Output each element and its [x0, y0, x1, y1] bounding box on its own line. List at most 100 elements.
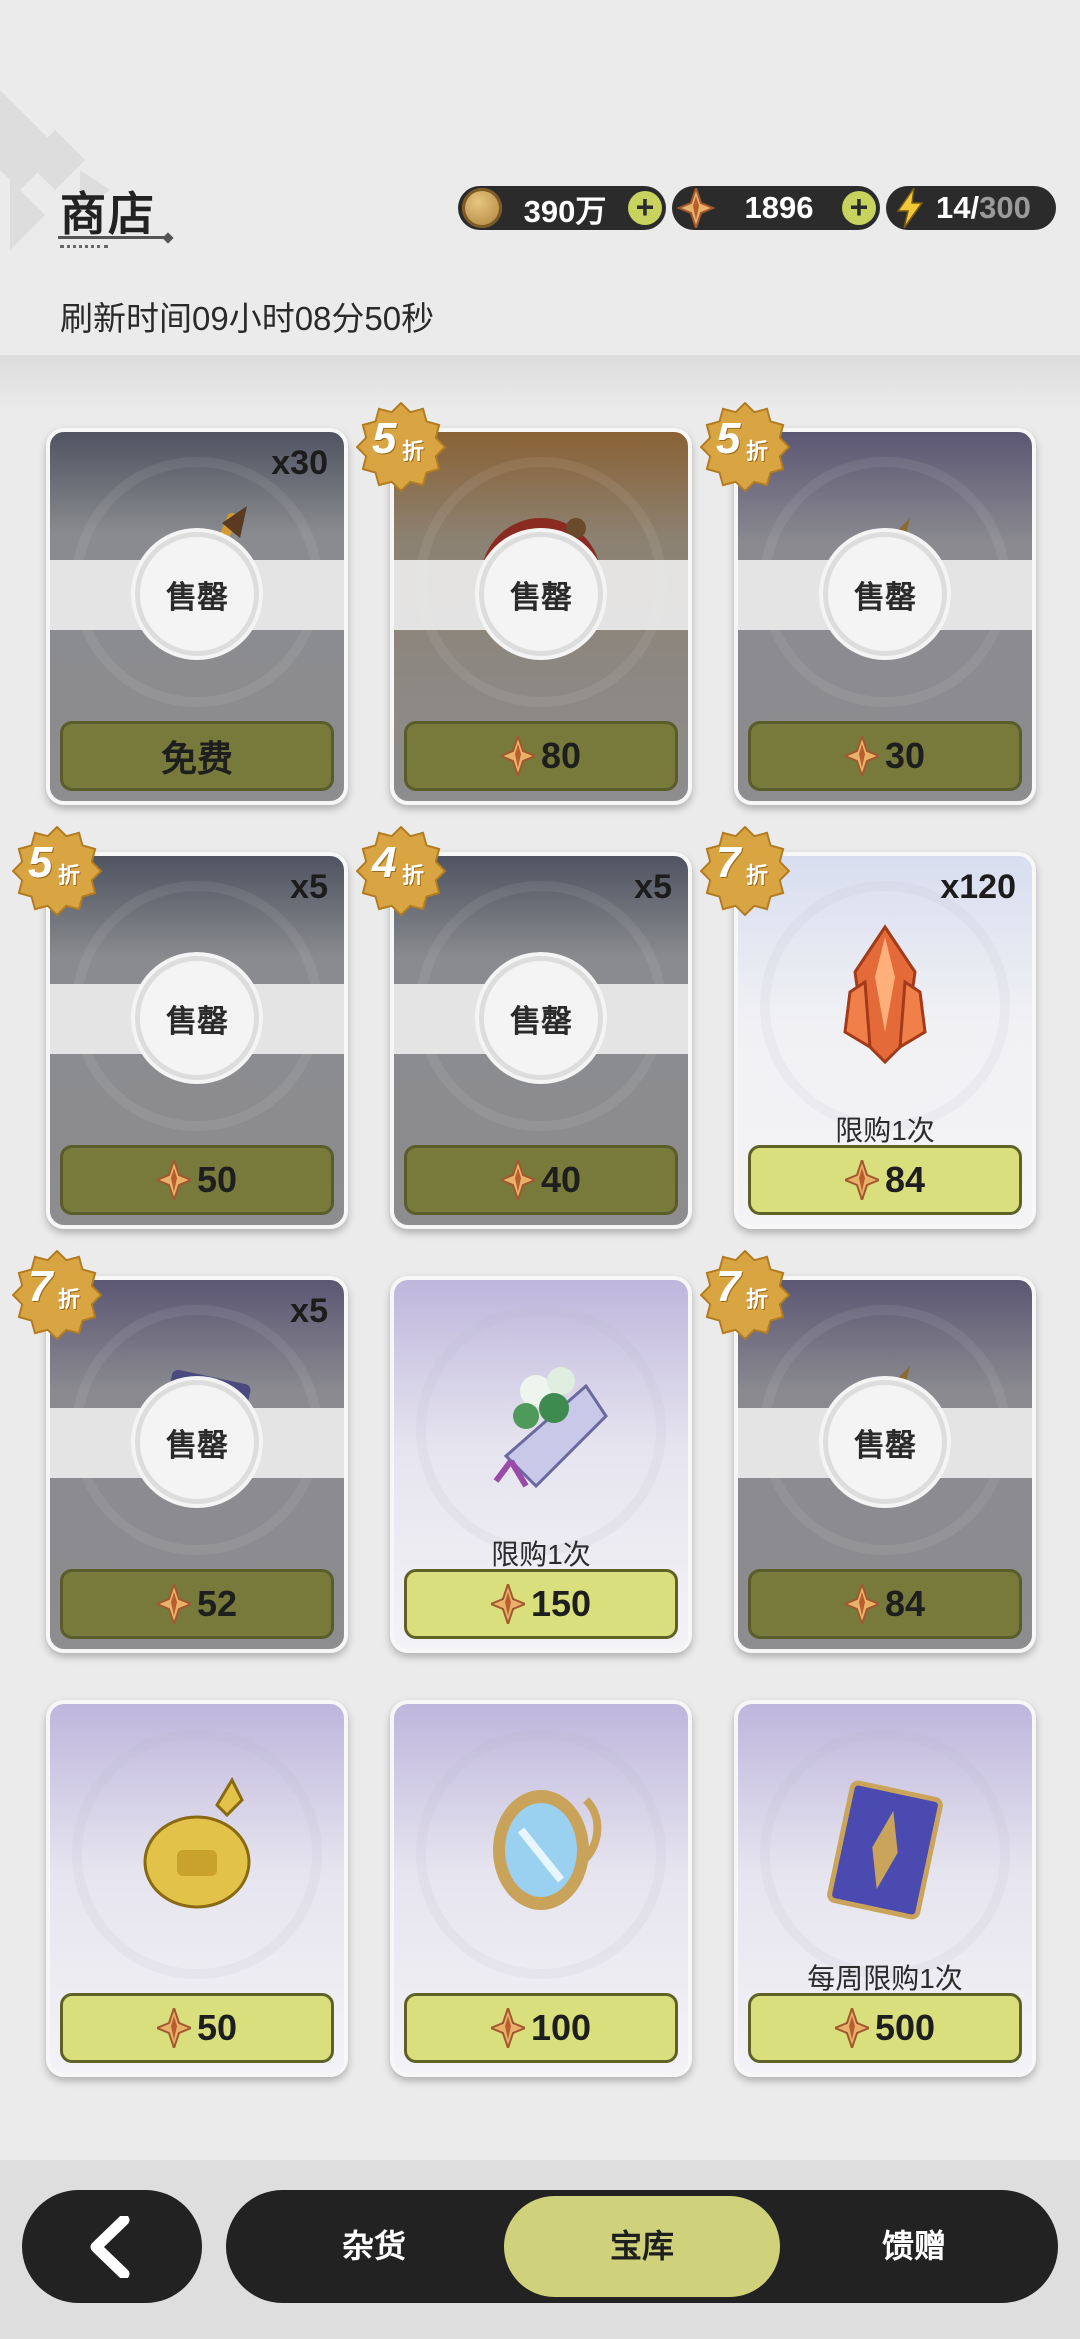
- price-button[interactable]: 30: [748, 721, 1022, 791]
- discount-value: 7: [28, 1262, 53, 1311]
- price-value: 100: [530, 2007, 592, 2048]
- price-button[interactable]: 免费: [60, 721, 334, 791]
- price-button[interactable]: 50: [60, 1993, 334, 2063]
- sold-out-stamp: 售罄: [823, 532, 947, 656]
- coin-balance: 390万 +: [458, 186, 666, 230]
- discount-suffix: 折: [58, 1287, 81, 1312]
- tab-gift[interactable]: 馈赠: [794, 2190, 1034, 2303]
- price-value: 150: [530, 1583, 592, 1624]
- price-value: 80: [540, 735, 582, 776]
- tab-grocery[interactable]: 杂货: [254, 2190, 494, 2303]
- price-button[interactable]: 40: [404, 1145, 678, 1215]
- item-count: x30: [271, 444, 328, 482]
- shop-item-card[interactable]: x30 售罄免费: [46, 428, 348, 805]
- coin-icon: [462, 188, 502, 228]
- price-button[interactable]: 84: [748, 1569, 1022, 1639]
- price-value: 500: [874, 2007, 936, 2048]
- price-button[interactable]: 150: [404, 1569, 678, 1639]
- sold-out-stamp: 售罄: [135, 532, 259, 656]
- price-value: 84: [884, 1159, 926, 1200]
- sold-out-stamp: 售罄: [135, 1380, 259, 1504]
- discount-suffix: 折: [58, 863, 81, 888]
- star-gem-icon: [490, 1584, 525, 1624]
- shop-tabs: 杂货 宝库 馈赠: [226, 2190, 1058, 2303]
- discount-badge: 7折: [700, 826, 790, 916]
- price-button[interactable]: 100: [404, 1993, 678, 2063]
- purchase-limit: 每周限购1次: [807, 1963, 963, 1994]
- price-button[interactable]: 52: [60, 1569, 334, 1639]
- stamina-max: 300: [979, 190, 1031, 225]
- star-gem-icon: [676, 188, 716, 228]
- discount-badge: 7折: [700, 1250, 790, 1340]
- star-gem-icon: [156, 2008, 191, 2048]
- price-button[interactable]: 500: [748, 1993, 1022, 2063]
- purchase-limit: 限购1次: [491, 1539, 591, 1570]
- discount-value: 4: [372, 838, 397, 887]
- discount-value: 5: [28, 838, 53, 887]
- item-count: x5: [290, 1292, 328, 1330]
- shop-item-card[interactable]: 50: [46, 1700, 348, 2077]
- stamina-value: 14/: [936, 190, 980, 225]
- sold-out-stamp: 售罄: [479, 532, 603, 656]
- title-underline: [58, 236, 170, 239]
- coin-value: 390万: [523, 193, 607, 229]
- page-title: 商店: [60, 188, 156, 240]
- star-gem-icon: [844, 1160, 879, 1200]
- title-tip: [162, 232, 174, 244]
- discount-badge: 5折: [356, 402, 446, 492]
- header-shadow: [0, 355, 1080, 410]
- discount-badge: 4折: [356, 826, 446, 916]
- tab-treasury[interactable]: 宝库: [504, 2196, 780, 2297]
- discount-value: 5: [716, 414, 741, 463]
- star-gem-icon: [156, 1584, 191, 1624]
- back-button[interactable]: [22, 2190, 202, 2303]
- discount-badge: 5折: [700, 402, 790, 492]
- blue-card-icon: [810, 1770, 960, 1920]
- price-value: 免费: [160, 738, 233, 779]
- price-value: 30: [884, 735, 926, 776]
- discount-suffix: 折: [402, 863, 425, 888]
- chevron-left-icon: [90, 2215, 130, 2278]
- star-gem-icon: [156, 1160, 191, 1200]
- gem-balance: 1896 +: [672, 186, 880, 230]
- price-value: 50: [196, 2007, 238, 2048]
- refresh-timer: 刷新时间09小时08分50秒: [60, 300, 435, 337]
- star-gem-icon: [844, 1584, 879, 1624]
- mirror-icon: [466, 1770, 616, 1920]
- bouquet-icon: [466, 1346, 616, 1496]
- price-value: 52: [196, 1583, 238, 1624]
- price-value: 84: [884, 1583, 926, 1624]
- star-gem-icon: [844, 736, 879, 776]
- shop-item-card[interactable]: 每周限购1次 500: [734, 1700, 1036, 2077]
- price-button[interactable]: 50: [60, 1145, 334, 1215]
- discount-suffix: 折: [746, 1287, 769, 1312]
- shop-item-card[interactable]: 100: [390, 1700, 692, 2077]
- add-coin-button[interactable]: +: [628, 191, 662, 225]
- stamina-balance: 14/300: [886, 186, 1056, 230]
- lightning-icon: [890, 188, 930, 228]
- discount-value: 7: [716, 838, 741, 887]
- discount-badge: 7折: [12, 1250, 102, 1340]
- purchase-limit: 限购1次: [835, 1115, 935, 1146]
- price-value: 40: [540, 1159, 582, 1200]
- star-gem-icon: [490, 2008, 525, 2048]
- discount-badge: 5折: [12, 826, 102, 916]
- item-count: x120: [940, 868, 1016, 906]
- discount-suffix: 折: [402, 439, 425, 464]
- star-gem-icon: [834, 2008, 869, 2048]
- price-button[interactable]: 80: [404, 721, 678, 791]
- discount-value: 7: [716, 1262, 741, 1311]
- sold-out-stamp: 售罄: [135, 956, 259, 1080]
- shop-item-card[interactable]: 限购1次 150: [390, 1276, 692, 1653]
- add-gem-button[interactable]: +: [842, 191, 876, 225]
- item-count: x5: [634, 868, 672, 906]
- price-value: 50: [196, 1159, 238, 1200]
- discount-value: 5: [372, 414, 397, 463]
- star-gem-icon: [500, 736, 535, 776]
- discount-suffix: 折: [746, 863, 769, 888]
- gem-value: 1896: [744, 190, 814, 225]
- golden-pouch-icon: [122, 1770, 272, 1920]
- item-count: x5: [290, 868, 328, 906]
- price-button[interactable]: 84: [748, 1145, 1022, 1215]
- sold-out-stamp: 售罄: [479, 956, 603, 1080]
